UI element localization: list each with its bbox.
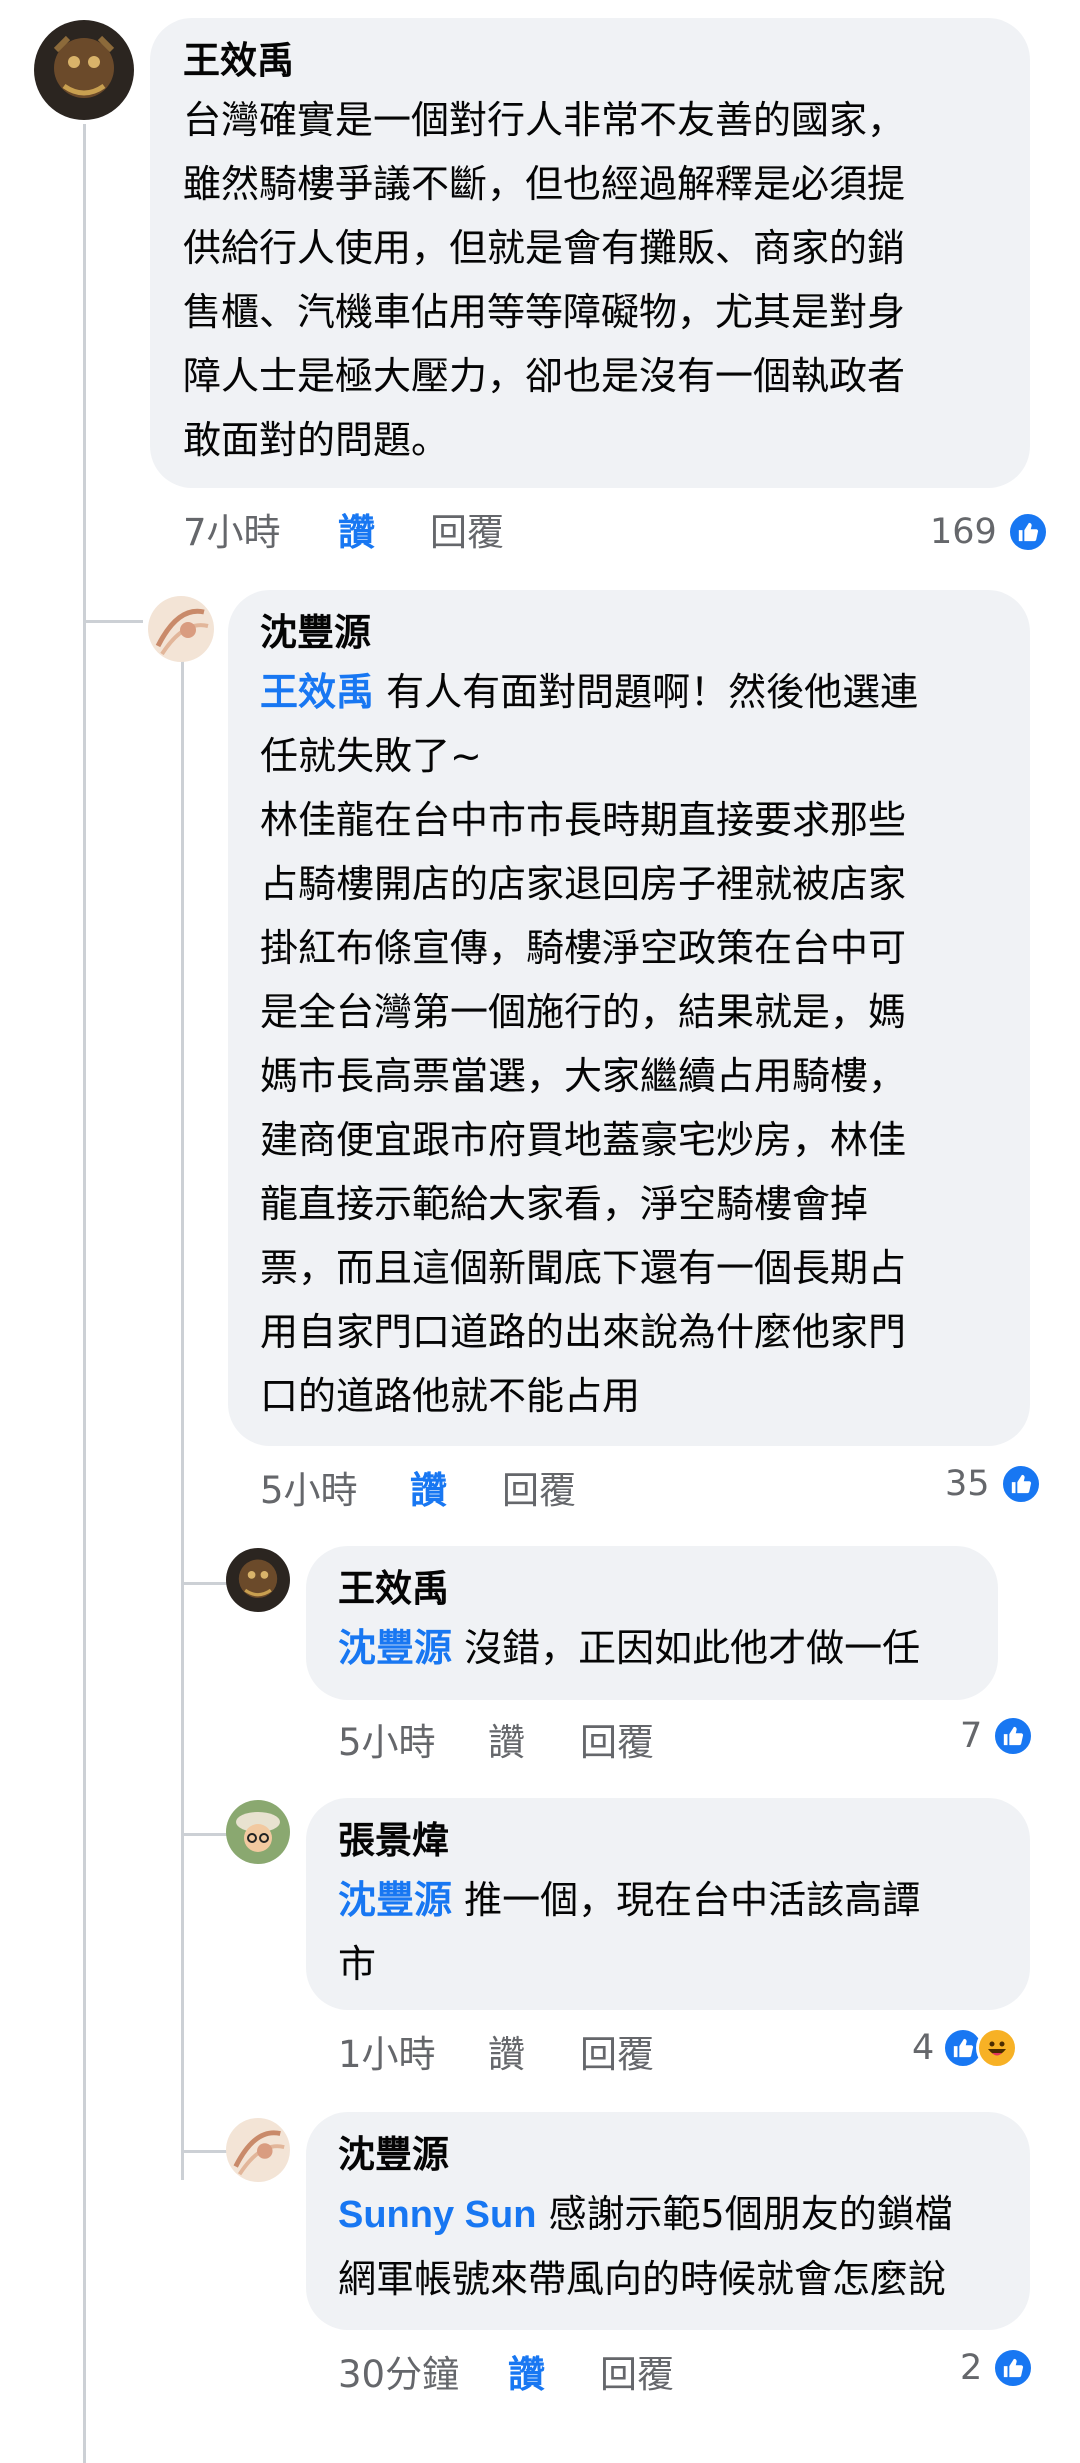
comment-author[interactable]: 王效禹 <box>338 1562 968 1616</box>
avatar[interactable] <box>34 20 134 120</box>
mention-link[interactable]: 沈豐源 <box>338 1878 452 1922</box>
like-button[interactable]: 讚 <box>338 508 375 558</box>
comment-meta: 7小時 讚 回覆 <box>183 508 683 558</box>
reply-button[interactable]: 回覆 <box>430 508 504 558</box>
comment-bubble: 王效禹 沈豐源 沒錯，正因如此他才做一任 <box>306 1546 998 1700</box>
reaction-summary[interactable]: 2 <box>960 2346 1035 2390</box>
comment-text: 沈豐源 沒錯，正因如此他才做一任 <box>338 1626 921 1670</box>
like-button[interactable]: 讚 <box>488 2030 525 2080</box>
comment-bubble: 沈豐源 王效禹 有人有面對問題啊！然後他選連 任就失敗了~ 林佳龍在台中市市長時… <box>228 590 1030 1446</box>
timestamp[interactable]: 1小時 <box>338 2030 436 2080</box>
reaction-count: 35 <box>945 1464 990 1504</box>
timestamp[interactable]: 5小時 <box>338 1718 436 1768</box>
reply-thread-line <box>181 1833 227 1836</box>
thread-line <box>83 124 86 624</box>
comment-meta: 5小時 讚 回覆 <box>338 1718 838 1768</box>
thread-line <box>83 620 86 2463</box>
like-button[interactable]: 讚 <box>488 1718 525 1768</box>
comment-meta: 1小時 讚 回覆 <box>338 2030 838 2080</box>
avatar[interactable] <box>226 1548 290 1612</box>
reaction-count: 169 <box>930 512 997 552</box>
like-icon <box>999 1463 1042 1505</box>
comment-author[interactable]: 沈豐源 <box>338 2128 1000 2182</box>
reaction-summary[interactable]: 7 <box>960 1714 1035 1758</box>
comment-text: Sunny Sun 感謝示範5個朋友的鎖檔 網軍帳號來帶風向的時候就會怎麼說 <box>338 2192 953 2301</box>
timestamp[interactable]: 5小時 <box>260 1466 358 1516</box>
reply-thread-line <box>181 1582 227 1585</box>
reply-button[interactable]: 回覆 <box>600 2350 674 2400</box>
reaction-summary[interactable]: 4 <box>912 2026 1019 2070</box>
comment-bubble: 張景煒 沈豐源 推一個，現在台中活該高譚 市 <box>306 1798 1030 2010</box>
reaction-count: 7 <box>960 1716 983 1756</box>
comment-author[interactable]: 沈豐源 <box>260 606 1000 660</box>
reply-button[interactable]: 回覆 <box>580 2030 654 2080</box>
avatar[interactable] <box>148 596 214 662</box>
like-button[interactable]: 讚 <box>410 1466 447 1516</box>
reaction-count: 2 <box>960 2348 983 2388</box>
comment-text: 台灣確實是一個對行人非常不友善的國家， 雖然騎樓爭議不斷，但也經過解釋是必須提 … <box>183 98 906 462</box>
mention-link[interactable]: Sunny Sun <box>338 2194 536 2236</box>
avatar[interactable] <box>226 1800 290 1864</box>
mention-link[interactable]: 沈豐源 <box>338 1626 452 1670</box>
reply-button[interactable]: 回覆 <box>502 1466 576 1516</box>
comment-meta: 30分鐘 讚 回覆 <box>338 2350 838 2400</box>
timestamp[interactable]: 30分鐘 <box>338 2350 459 2400</box>
reply-button[interactable]: 回覆 <box>580 1718 654 1768</box>
haha-icon <box>976 2027 1019 2069</box>
timestamp[interactable]: 7小時 <box>183 508 281 558</box>
comment-bubble: 王效禹 台灣確實是一個對行人非常不友善的國家， 雖然騎樓爭議不斷，但也經過解釋是… <box>150 18 1030 488</box>
like-icon <box>1006 511 1049 553</box>
like-icon <box>992 2347 1035 2389</box>
thread-line <box>83 620 143 623</box>
comment-meta: 5小時 讚 回覆 <box>260 1466 760 1516</box>
avatar[interactable] <box>226 2118 290 2182</box>
comment-author[interactable]: 王效禹 <box>183 34 994 88</box>
reaction-summary[interactable]: 169 <box>930 510 1049 554</box>
like-icon <box>992 1715 1035 1757</box>
reply-thread-line <box>181 2150 227 2153</box>
reply-thread-line <box>181 660 184 2180</box>
comment-text: 沈豐源 推一個，現在台中活該高譚 市 <box>338 1878 921 1986</box>
comment-bubble: 沈豐源 Sunny Sun 感謝示範5個朋友的鎖檔 網軍帳號來帶風向的時候就會怎… <box>306 2112 1030 2330</box>
mention-link[interactable]: 王效禹 <box>260 670 374 714</box>
reaction-count: 4 <box>912 2028 935 2068</box>
comment-text: 王效禹 有人有面對問題啊！然後他選連 任就失敗了~ 林佳龍在台中市市長時期直接要… <box>260 670 919 1418</box>
like-button[interactable]: 讚 <box>508 2350 545 2400</box>
comment-author[interactable]: 張景煒 <box>338 1814 1000 1868</box>
reaction-summary[interactable]: 35 <box>945 1462 1042 1506</box>
